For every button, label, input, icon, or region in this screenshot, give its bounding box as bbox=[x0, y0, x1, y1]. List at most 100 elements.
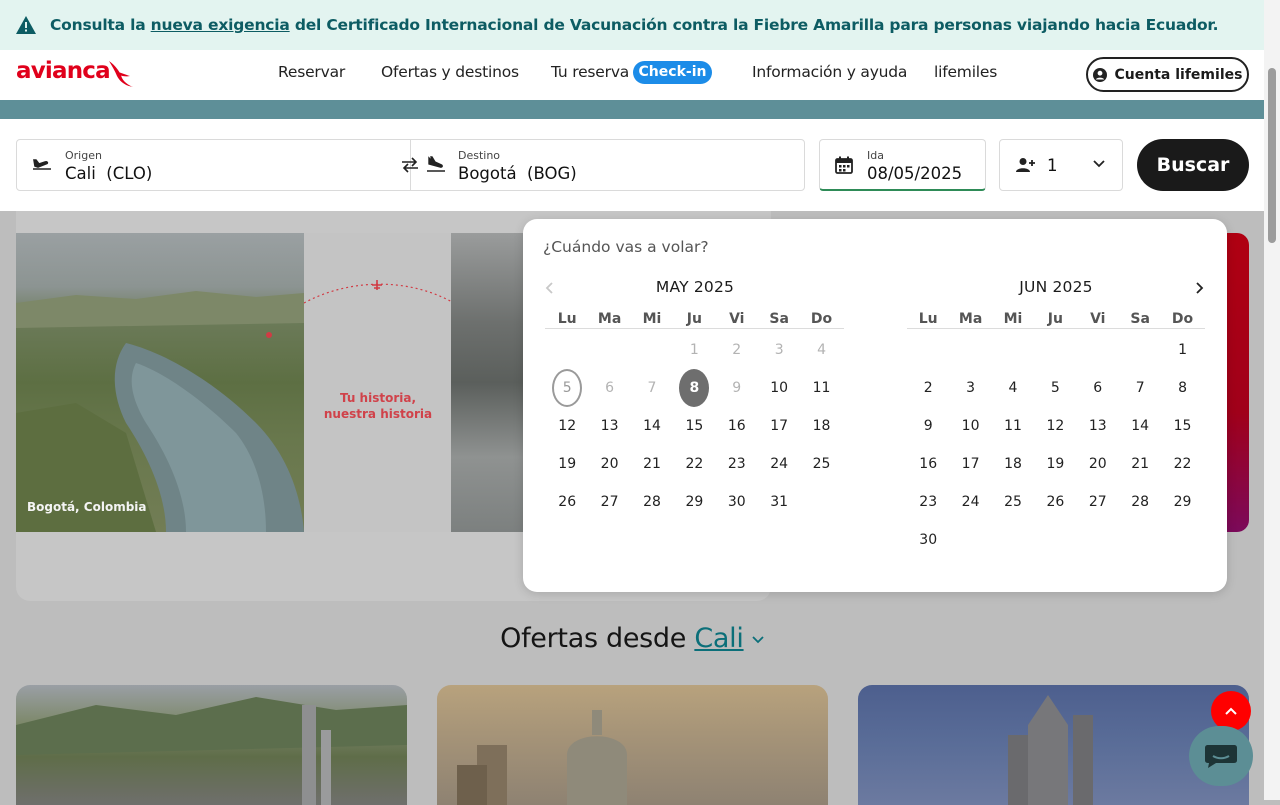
date-picker: ¿Cuándo vas a volar? MAY 2025 Lu Ma Mi J… bbox=[523, 219, 1227, 592]
day-cell[interactable]: 26 bbox=[546, 483, 588, 521]
day-blank bbox=[1077, 331, 1119, 369]
origin-input[interactable]: Cali (CLO) bbox=[65, 164, 152, 183]
search-button[interactable]: Buscar bbox=[1137, 139, 1249, 191]
header-stripe bbox=[0, 100, 1264, 119]
day-cell[interactable]: 15 bbox=[1161, 407, 1203, 445]
day-cell[interactable]: 18 bbox=[992, 445, 1034, 483]
date-input[interactable]: 08/05/2025 bbox=[867, 164, 962, 183]
day-blank bbox=[1034, 331, 1076, 369]
day-blank bbox=[949, 331, 991, 369]
day-cell[interactable]: 19 bbox=[1034, 445, 1076, 483]
day-cell[interactable]: 24 bbox=[949, 483, 991, 521]
scrollbar-thumb[interactable] bbox=[1268, 68, 1276, 243]
origin-label: Origen bbox=[65, 149, 102, 162]
weekday-ju: Ju bbox=[1047, 311, 1063, 327]
day-cell[interactable]: 16 bbox=[716, 407, 758, 445]
weekday-divider bbox=[545, 328, 844, 329]
day-cell[interactable]: 14 bbox=[631, 407, 673, 445]
alert-text-prefix: Consulta la bbox=[50, 16, 151, 34]
day-blank bbox=[631, 331, 673, 369]
day-cell[interactable]: 12 bbox=[1034, 407, 1076, 445]
day-cell[interactable]: 26 bbox=[1034, 483, 1076, 521]
account-button[interactable]: Cuenta lifemiles bbox=[1086, 57, 1249, 92]
chevron-down-icon bbox=[1093, 160, 1105, 168]
day-cell[interactable]: 21 bbox=[1119, 445, 1161, 483]
day-cell[interactable]: 24 bbox=[758, 445, 800, 483]
account-label: Cuenta lifemiles bbox=[1114, 66, 1243, 83]
offer-card-bogota[interactable] bbox=[16, 685, 407, 805]
nav-lifemiles[interactable]: lifemiles bbox=[934, 63, 997, 81]
swap-icon[interactable] bbox=[400, 155, 420, 175]
day-cell[interactable]: 31 bbox=[758, 483, 800, 521]
day-cell[interactable]: 13 bbox=[588, 407, 630, 445]
day-cell[interactable]: 14 bbox=[1119, 407, 1161, 445]
day-cell[interactable]: 20 bbox=[588, 445, 630, 483]
passengers-count: 1 bbox=[1047, 156, 1058, 175]
bogota-photo bbox=[16, 233, 304, 532]
day-cell[interactable]: 17 bbox=[758, 407, 800, 445]
day-cell[interactable]: 4 bbox=[992, 369, 1034, 407]
day-cell[interactable]: 9 bbox=[907, 407, 949, 445]
scroll-top-button[interactable] bbox=[1211, 691, 1251, 731]
day-cell[interactable]: 22 bbox=[1161, 445, 1203, 483]
day-cell[interactable]: 2 bbox=[907, 369, 949, 407]
warning-icon bbox=[16, 16, 36, 34]
offers-city-selector[interactable]: Cali bbox=[694, 623, 744, 654]
day-cell[interactable]: 6 bbox=[1077, 369, 1119, 407]
day-cell[interactable]: 28 bbox=[631, 483, 673, 521]
chevron-down-icon[interactable] bbox=[752, 635, 764, 645]
offer-card-cartagena[interactable] bbox=[437, 685, 828, 805]
day-cell[interactable]: 22 bbox=[673, 445, 715, 483]
day-cell[interactable]: 20 bbox=[1077, 445, 1119, 483]
day-cell[interactable]: 11 bbox=[800, 369, 842, 407]
day-cell[interactable]: 16 bbox=[907, 445, 949, 483]
day-cell[interactable]: 30 bbox=[716, 483, 758, 521]
day-cell[interactable]: 28 bbox=[1119, 483, 1161, 521]
day-cell[interactable]: 3 bbox=[949, 369, 991, 407]
chat-button[interactable] bbox=[1189, 726, 1253, 786]
destination-input[interactable]: Bogotá (BOG) bbox=[458, 164, 577, 183]
day-cell: 6 bbox=[605, 380, 615, 396]
alert-link[interactable]: nueva exigencia bbox=[151, 16, 290, 34]
day-cell[interactable]: 5 bbox=[1034, 369, 1076, 407]
day-cell[interactable]: 23 bbox=[716, 445, 758, 483]
nav-ofertas-destinos[interactable]: Ofertas y destinos bbox=[381, 63, 519, 81]
nav-reservar[interactable]: Reservar bbox=[278, 63, 345, 81]
day-cell[interactable]: 19 bbox=[546, 445, 588, 483]
day-cell[interactable]: 10 bbox=[949, 407, 991, 445]
promo-red-panel bbox=[1227, 233, 1249, 532]
day-cell[interactable]: 18 bbox=[800, 407, 842, 445]
day-cell: 5 bbox=[546, 369, 588, 407]
day-cell[interactable]: 29 bbox=[673, 483, 715, 521]
day-cell[interactable]: 21 bbox=[631, 445, 673, 483]
checkin-badge[interactable]: Check-in bbox=[633, 61, 712, 84]
day-cell[interactable]: 30 bbox=[907, 521, 949, 559]
day-cell[interactable]: 8 bbox=[1161, 369, 1203, 407]
day-cell[interactable]: 13 bbox=[1077, 407, 1119, 445]
day-cell[interactable]: 7 bbox=[1119, 369, 1161, 407]
weekday-mi: Mi bbox=[642, 311, 662, 327]
day-cell[interactable]: 11 bbox=[992, 407, 1034, 445]
day-cell[interactable]: 12 bbox=[546, 407, 588, 445]
day-cell[interactable]: 17 bbox=[949, 445, 991, 483]
weekday-mi: Mi bbox=[1003, 311, 1023, 327]
day-cell[interactable]: 15 bbox=[673, 407, 715, 445]
day-cell[interactable]: 10 bbox=[758, 369, 800, 407]
day-cell[interactable]: 29 bbox=[1161, 483, 1203, 521]
day-cell[interactable]: 25 bbox=[992, 483, 1034, 521]
day-cell[interactable]: 25 bbox=[800, 445, 842, 483]
nav-tu-reserva[interactable]: Tu reserva bbox=[551, 63, 629, 81]
day-cell[interactable]: 27 bbox=[588, 483, 630, 521]
weekday-ma: Ma bbox=[958, 311, 983, 327]
selected-day[interactable]: 8 bbox=[679, 369, 710, 407]
day-cell[interactable]: 27 bbox=[1077, 483, 1119, 521]
nav-informacion-ayuda[interactable]: Información y ayuda bbox=[752, 63, 907, 81]
day-cell[interactable]: 23 bbox=[907, 483, 949, 521]
avianca-logo[interactable]: avianca bbox=[16, 58, 111, 84]
day-blank bbox=[992, 331, 1034, 369]
calendar-question: ¿Cuándo vas a volar? bbox=[543, 238, 709, 256]
day-cell[interactable]: 1 bbox=[1161, 331, 1203, 369]
weekday-lu: Lu bbox=[918, 311, 938, 327]
arrival-plane-icon bbox=[427, 156, 445, 172]
chat-icon bbox=[1205, 745, 1237, 768]
